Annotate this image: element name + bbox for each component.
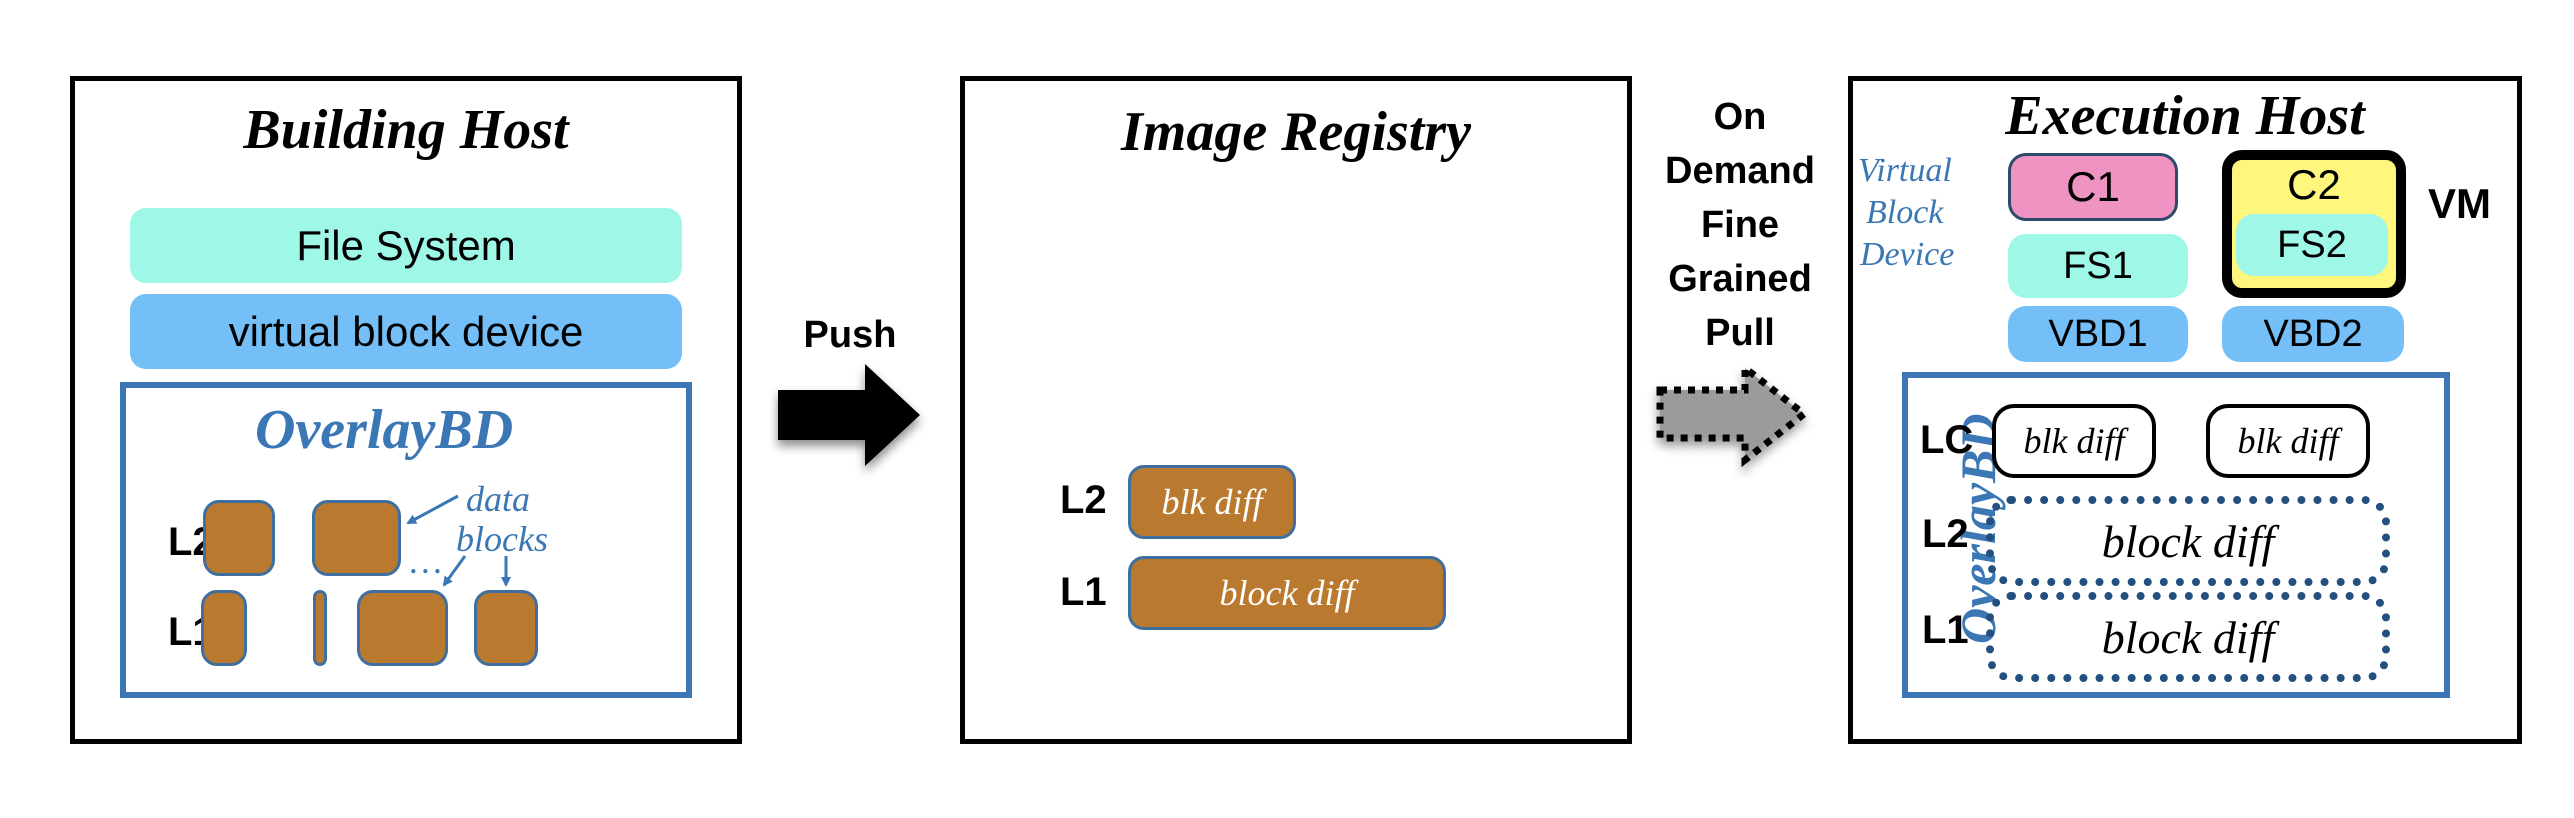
lc-block: blk diff xyxy=(2206,404,2370,478)
registry-layer-label-l2: L2 xyxy=(1060,478,1107,522)
fs1-box: FS1 xyxy=(2008,234,2188,298)
registry-layer-l1-block: block diff xyxy=(1128,556,1446,630)
exec-layer-label-l1: L1 xyxy=(1922,608,1969,652)
pull-label-line: Grained xyxy=(1668,258,1812,300)
vbd-annotation-line3: Device xyxy=(1860,236,1955,273)
fs2-box: FS2 xyxy=(2236,214,2388,276)
pull-label-line: Fine xyxy=(1700,204,1780,246)
image-registry-panel xyxy=(960,76,1632,744)
container-c1: C1 xyxy=(2008,153,2178,221)
registry-layer-l2-block: blk diff xyxy=(1128,465,1296,539)
vbd1-box: VBD1 xyxy=(2008,306,2188,362)
exec-layer-label-l2: L2 xyxy=(1922,512,1969,556)
exec-layer-l2-block: block diff xyxy=(1986,496,2390,586)
pull-arrow-icon xyxy=(1656,360,1810,468)
image-registry-title: Image Registry xyxy=(1121,101,1471,163)
execution-host-title: Execution Host xyxy=(2005,85,2365,147)
exec-layer-l1-block: block diff xyxy=(1986,592,2390,682)
push-arrow-icon xyxy=(778,364,920,466)
pull-label-line: On xyxy=(1713,96,1767,138)
lc-block: blk diff xyxy=(1992,404,2156,478)
push-label: Push xyxy=(803,314,897,356)
vbd2-box: VBD2 xyxy=(2222,306,2404,362)
container-c2-label: C2 xyxy=(2287,161,2341,208)
registry-layer-label-l1: L1 xyxy=(1060,570,1107,614)
pull-label-line: Demand xyxy=(1665,150,1815,192)
arrow-to-l1-block xyxy=(442,555,467,587)
vbd-annotation-line2: Block xyxy=(1866,194,1944,231)
arrow-to-l2-block xyxy=(406,494,459,525)
vm-label: VM xyxy=(2428,180,2491,227)
vbd-annotation-line1: Virtual xyxy=(1858,152,1952,189)
pull-label: On Demand Fine Grained Pull xyxy=(1630,90,1850,360)
pull-label-line: Pull xyxy=(1705,312,1775,354)
lc-label: LC xyxy=(1920,418,1974,462)
